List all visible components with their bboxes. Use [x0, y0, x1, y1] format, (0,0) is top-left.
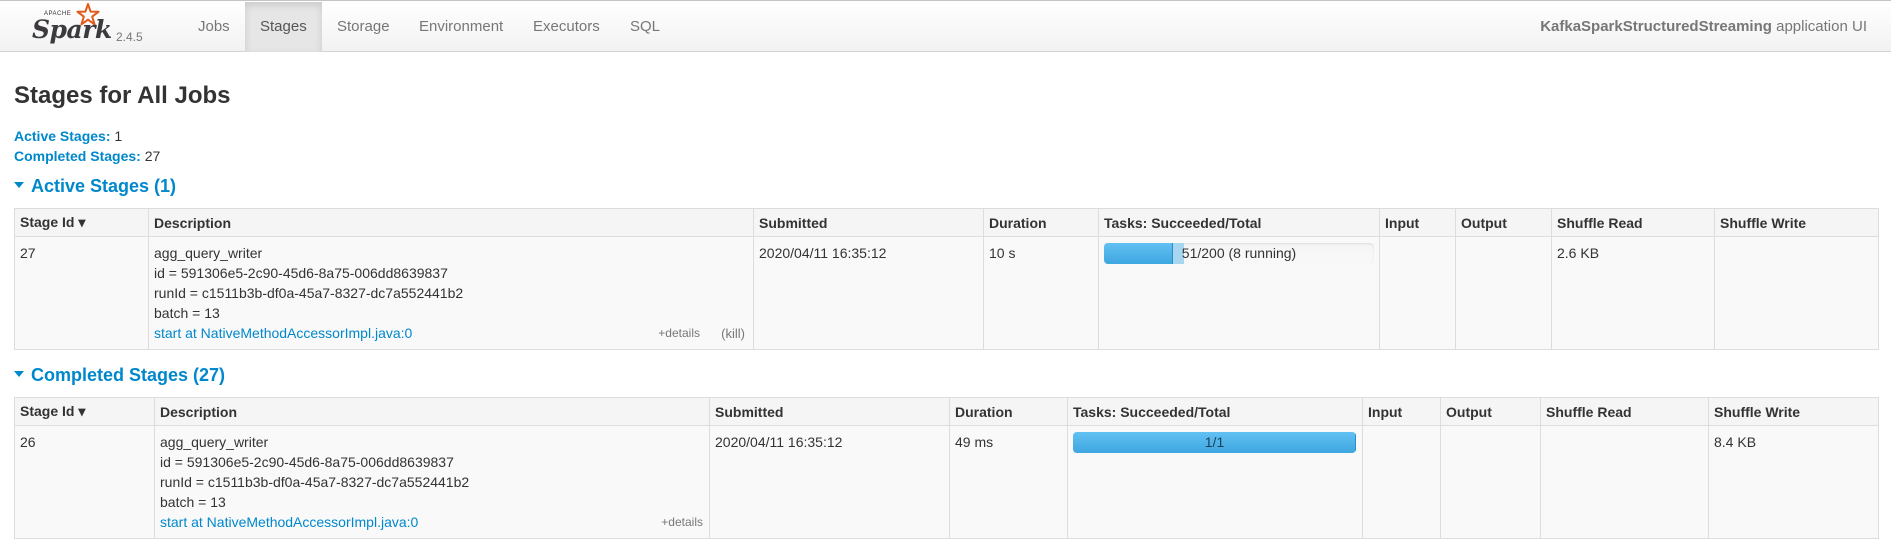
details-toggle[interactable]: +details: [661, 512, 703, 532]
description-line: agg_query_writer: [154, 245, 263, 261]
column-header-submitted[interactable]: Submitted: [753, 208, 984, 237]
tasks-progress-bar: 1/1: [1073, 432, 1356, 453]
shuffle-read-cell: [1540, 425, 1709, 539]
completed-stages-title: Completed Stages (27): [31, 365, 226, 385]
page-title: Stages for All Jobs: [14, 82, 231, 109]
active-stages-section-toggle[interactable]: Active Stages (1): [14, 176, 176, 197]
tab-environment[interactable]: Environment: [404, 2, 518, 52]
caret-down-icon: [14, 182, 24, 189]
completed-stages-section-toggle[interactable]: Completed Stages (27): [14, 365, 225, 386]
description-line: batch = 13: [160, 494, 226, 510]
description-cell: agg_query_writer id = 591306e5-2c90-45d6…: [154, 425, 710, 539]
stage-id-cell: 27: [14, 236, 149, 350]
top-navbar: APACHE Spark 2.4.5 Jobs Stages Storage E…: [0, 0, 1891, 52]
tasks-cell: 1/1: [1067, 425, 1363, 539]
column-header-shuffle-write[interactable]: Shuffle Write: [1708, 397, 1879, 426]
tab-jobs[interactable]: Jobs: [183, 2, 245, 52]
application-name: KafkaSparkStructuredStreaming: [1540, 18, 1772, 35]
tab-stages[interactable]: Stages: [245, 2, 322, 52]
column-header-submitted[interactable]: Submitted: [709, 397, 950, 426]
output-cell: [1440, 425, 1541, 539]
brand-name: Spark: [32, 15, 112, 44]
completed-stages-count: 27: [144, 148, 161, 164]
tasks-cell: 51/200 (8 running): [1098, 236, 1380, 350]
column-header-input[interactable]: Input: [1362, 397, 1441, 426]
column-header-shuffle-read[interactable]: Shuffle Read: [1551, 208, 1715, 237]
column-header-tasks[interactable]: Tasks: Succeeded/Total: [1098, 208, 1380, 237]
description-line: id = 591306e5-2c90-45d6-8a75-006dd863983…: [160, 454, 454, 470]
spark-logo[interactable]: APACHE Spark 2.4.5: [32, 3, 150, 49]
description-line: runId = c1511b3b-df0a-45a7-8327-dc7a5524…: [160, 474, 470, 490]
column-header-stage-id[interactable]: Stage Id ▾: [14, 208, 149, 237]
progress-label: 1/1: [1204, 434, 1225, 450]
active-stages-summary: Active Stages: 1: [14, 128, 122, 144]
column-header-description[interactable]: Description: [154, 397, 710, 426]
application-label: KafkaSparkStructuredStreaming applicatio…: [1540, 2, 1867, 52]
active-stages-table: Stage Id ▾ Description Submitted Duratio…: [14, 208, 1879, 350]
column-header-shuffle-write[interactable]: Shuffle Write: [1714, 208, 1879, 237]
tab-storage[interactable]: Storage: [322, 2, 405, 52]
column-header-duration[interactable]: Duration: [983, 208, 1099, 237]
column-header-tasks[interactable]: Tasks: Succeeded/Total: [1067, 397, 1363, 426]
shuffle-write-cell: 8.4 KB: [1708, 425, 1879, 539]
column-header-output[interactable]: Output: [1440, 397, 1541, 426]
input-cell: [1379, 236, 1456, 350]
column-header-input[interactable]: Input: [1379, 208, 1456, 237]
description-line: agg_query_writer: [160, 434, 269, 450]
active-stages-link[interactable]: Active Stages:: [14, 128, 110, 144]
description-line: runId = c1511b3b-df0a-45a7-8327-dc7a5524…: [154, 285, 464, 301]
description-line: id = 591306e5-2c90-45d6-8a75-006dd863983…: [154, 265, 448, 281]
tasks-progress-bar: 51/200 (8 running): [1104, 243, 1374, 264]
column-header-description[interactable]: Description: [148, 208, 754, 237]
kill-stage-link[interactable]: (kill): [721, 324, 745, 344]
active-stages-title: Active Stages (1): [31, 176, 177, 196]
application-suffix: application UI: [1771, 18, 1867, 35]
output-cell: [1455, 236, 1552, 350]
stage-id-cell: 26: [14, 425, 155, 539]
input-cell: [1362, 425, 1441, 539]
brand-version: 2.4.5: [116, 30, 143, 44]
submitted-cell: 2020/04/11 16:35:12: [753, 236, 984, 350]
table-row: 26 agg_query_writer id = 591306e5-2c90-4…: [14, 425, 1879, 539]
duration-cell: 10 s: [983, 236, 1099, 350]
table-header-row: Stage Id ▾ Description Submitted Duratio…: [14, 397, 1879, 426]
completed-stages-summary: Completed Stages: 27: [14, 148, 160, 164]
shuffle-write-cell: [1714, 236, 1879, 350]
duration-cell: 49 ms: [949, 425, 1068, 539]
completed-stages-link[interactable]: Completed Stages:: [14, 148, 141, 164]
column-header-shuffle-read[interactable]: Shuffle Read: [1540, 397, 1709, 426]
details-toggle[interactable]: +details: [658, 323, 700, 343]
description-cell: agg_query_writer id = 591306e5-2c90-45d6…: [148, 236, 754, 350]
shuffle-read-cell: 2.6 KB: [1551, 236, 1715, 350]
column-header-stage-id[interactable]: Stage Id ▾: [14, 397, 155, 426]
completed-stages-table: Stage Id ▾ Description Submitted Duratio…: [14, 397, 1879, 539]
description-line: batch = 13: [154, 305, 220, 321]
table-header-row: Stage Id ▾ Description Submitted Duratio…: [14, 208, 1879, 237]
submitted-cell: 2020/04/11 16:35:12: [709, 425, 950, 539]
tab-executors[interactable]: Executors: [518, 2, 615, 52]
column-header-output[interactable]: Output: [1455, 208, 1552, 237]
active-stages-count: 1: [114, 128, 123, 144]
stage-call-site-link[interactable]: start at NativeMethodAccessorImpl.java:0: [160, 512, 704, 532]
caret-down-icon: [14, 371, 24, 378]
tab-sql[interactable]: SQL: [615, 2, 675, 52]
table-row: 27 agg_query_writer id = 591306e5-2c90-4…: [14, 236, 1879, 350]
progress-label: 51/200 (8 running): [1181, 245, 1297, 261]
column-header-duration[interactable]: Duration: [949, 397, 1068, 426]
